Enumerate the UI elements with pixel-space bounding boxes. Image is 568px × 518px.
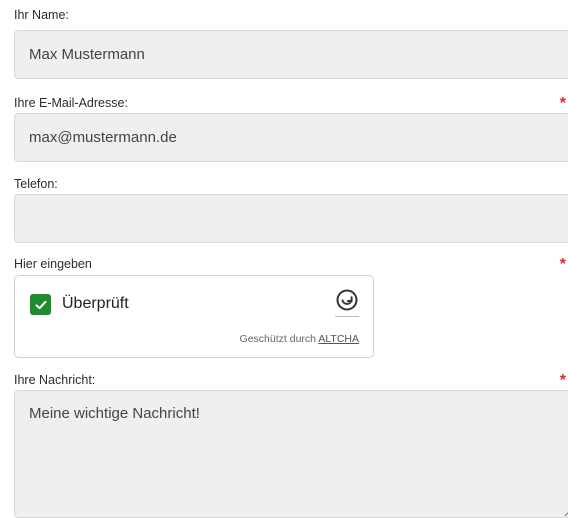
name-label: Ihr Name: — [14, 8, 69, 22]
altcha-refresh-icon — [336, 289, 358, 311]
phone-label: Telefon: — [14, 177, 58, 191]
logo-divider — [335, 316, 359, 317]
name-field[interactable] — [14, 30, 568, 79]
altcha-footer: Geschützt durch ALTCHA — [240, 333, 359, 345]
captcha-label: Hier eingeben — [14, 257, 92, 271]
checkmark-icon — [35, 300, 46, 309]
verified-label: Überprüft — [62, 295, 129, 312]
altcha-link[interactable]: ALTCHA — [318, 333, 359, 345]
message-textarea[interactable]: Meine wichtige Nachricht! — [14, 390, 568, 518]
verified-checkbox[interactable] — [30, 294, 51, 315]
email-required-marker: * — [559, 95, 566, 112]
email-label: Ihre E-Mail-Adresse: — [14, 96, 128, 110]
captcha-required-marker: * — [559, 256, 566, 273]
email-field[interactable] — [14, 113, 568, 162]
message-label: Ihre Nachricht: — [14, 373, 96, 387]
phone-field[interactable] — [14, 194, 568, 243]
altcha-widget: Überprüft Geschützt durch ALTCHA — [14, 275, 374, 358]
protected-by-text: Geschützt durch — [239, 333, 316, 345]
message-required-marker: * — [559, 372, 566, 389]
